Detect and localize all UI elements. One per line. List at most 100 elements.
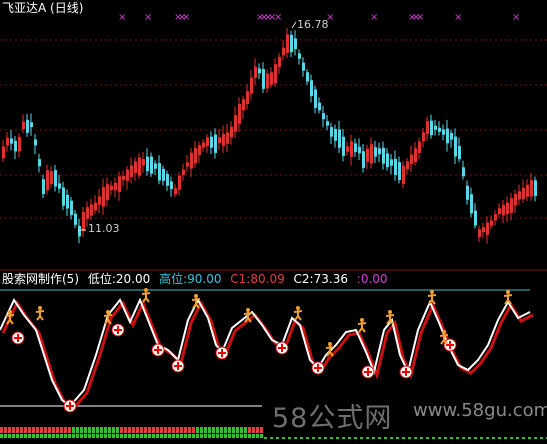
candle-body-99 xyxy=(398,162,401,180)
sell-figure-body-6 xyxy=(293,310,303,321)
signal-base-240 xyxy=(240,434,243,438)
signal-dot-270 xyxy=(270,437,273,439)
signal-dot-522 xyxy=(522,437,525,439)
signal-dot-492 xyxy=(492,437,495,439)
signal-dot-480 xyxy=(480,437,483,439)
sell-figure-body-1 xyxy=(35,310,45,321)
signal-block-260 xyxy=(260,427,263,433)
signal-block-120 xyxy=(120,427,123,433)
signal-base-108 xyxy=(108,434,111,438)
signal-block-124 xyxy=(124,427,127,433)
kline-chart[interactable]: × × ××× ××××× × × ××× × × xyxy=(0,0,547,444)
signal-block-80 xyxy=(80,427,83,433)
signal-dot-438 xyxy=(438,437,441,439)
signal-base-80 xyxy=(80,434,83,438)
signal-base-20 xyxy=(20,434,23,438)
candle-body-21 xyxy=(86,207,89,219)
candle-body-115 xyxy=(462,167,465,177)
candle-body-105 xyxy=(422,132,425,142)
signal-block-20 xyxy=(20,427,23,433)
signal-base-84 xyxy=(84,434,87,438)
signal-base-196 xyxy=(196,434,199,438)
signal-block-8 xyxy=(8,427,11,433)
signal-block-252 xyxy=(252,427,255,433)
candle-body-54 xyxy=(218,137,221,144)
signal-base-212 xyxy=(212,434,215,438)
sell-figure-head-10 xyxy=(430,290,434,294)
signal-dot-366 xyxy=(366,437,369,439)
candle-body-98 xyxy=(394,158,397,175)
signal-block-244 xyxy=(244,427,247,433)
signal-block-96 xyxy=(96,427,99,433)
signal-block-68 xyxy=(68,427,71,433)
sell-figure-head-1 xyxy=(38,306,42,310)
signal-base-36 xyxy=(36,434,39,438)
candle-body-75 xyxy=(302,62,305,71)
candle-body-11 xyxy=(46,170,49,191)
candle-body-117 xyxy=(470,194,473,214)
signal-base-44 xyxy=(44,434,47,438)
candle-body-36 xyxy=(146,156,149,172)
signal-block-156 xyxy=(156,427,159,433)
signal-block-148 xyxy=(148,427,151,433)
candle-body-45 xyxy=(182,169,185,176)
candle-body-84 xyxy=(338,129,341,148)
candle-body-94 xyxy=(378,148,381,155)
candle-body-83 xyxy=(334,128,337,141)
signal-block-188 xyxy=(188,427,191,433)
candle-body-102 xyxy=(410,154,413,165)
candle-body-46 xyxy=(186,162,189,167)
candle-body-48 xyxy=(194,147,197,164)
signal-block-88 xyxy=(88,427,91,433)
sell-figure-head-11 xyxy=(442,330,446,334)
candle-body-17 xyxy=(70,200,73,216)
candle-body-95 xyxy=(382,147,385,164)
candle-body-91 xyxy=(366,148,369,162)
x-marker-14: × xyxy=(416,12,424,23)
sell-figure-head-4 xyxy=(194,294,198,298)
signal-dot-312 xyxy=(312,437,315,439)
signal-base-132 xyxy=(132,434,135,438)
candle-body-18 xyxy=(74,213,77,225)
candle-body-103 xyxy=(414,148,417,163)
candle-body-69 xyxy=(278,56,281,68)
sell-figure-body-0 xyxy=(5,314,15,325)
indicator-pane xyxy=(0,288,534,413)
signal-base-56 xyxy=(56,434,59,438)
candle-body-85 xyxy=(342,136,345,156)
signal-base-236 xyxy=(236,434,239,438)
candle-body-61 xyxy=(246,91,249,105)
signal-base-244 xyxy=(244,434,247,438)
signal-block-16 xyxy=(16,427,19,433)
sell-figure-head-6 xyxy=(296,306,300,310)
candle-body-0 xyxy=(2,146,5,159)
signal-block-232 xyxy=(232,427,235,433)
candle-body-33 xyxy=(134,161,137,174)
x-marker-11: × xyxy=(370,12,378,23)
signal-block-24 xyxy=(24,427,27,433)
sell-figure-head-12 xyxy=(506,290,510,294)
candle-body-68 xyxy=(274,64,277,84)
candle-body-31 xyxy=(126,169,129,181)
sell-figure-head-8 xyxy=(360,318,364,322)
signal-block-44 xyxy=(44,427,47,433)
candle-body-129 xyxy=(518,191,521,200)
candle-body-82 xyxy=(330,127,333,137)
signal-base-100 xyxy=(100,434,103,438)
candle-body-38 xyxy=(154,163,157,169)
signal-dot-330 xyxy=(330,437,333,439)
signal-block-128 xyxy=(128,427,131,433)
candle-body-131 xyxy=(526,184,529,197)
signal-base-256 xyxy=(256,434,259,438)
watermark-url: www.58gu.com xyxy=(413,400,547,421)
signal-block-64 xyxy=(64,427,67,433)
candle-body-43 xyxy=(174,188,177,195)
candle-body-67 xyxy=(270,72,273,85)
candle-body-29 xyxy=(118,176,121,193)
sell-figure-body-7 xyxy=(325,346,335,357)
signal-base-164 xyxy=(164,434,167,438)
signal-base-228 xyxy=(228,434,231,438)
candle-body-59 xyxy=(238,104,241,124)
candle-body-88 xyxy=(354,143,357,152)
candle-body-124 xyxy=(498,208,501,215)
